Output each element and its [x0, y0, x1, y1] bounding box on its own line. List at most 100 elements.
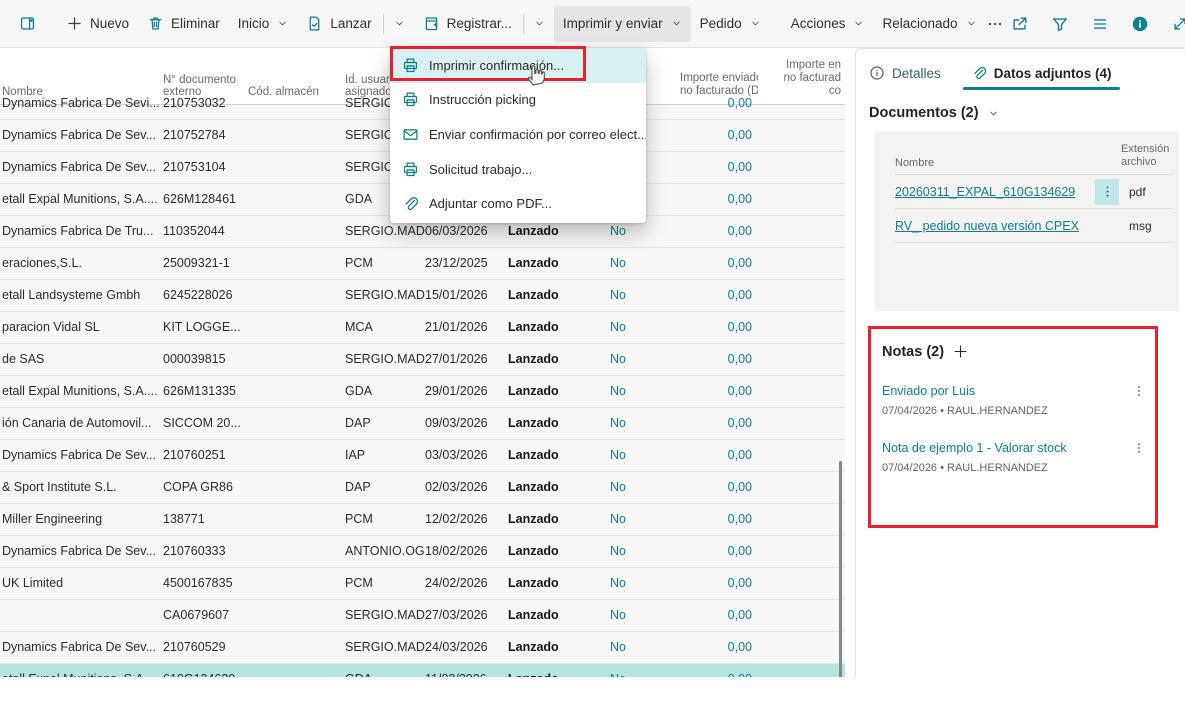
- document-menu-button[interactable]: [1095, 179, 1119, 205]
- table-row[interactable]: etall Expal Munitions, S.A.... 626M13133…: [0, 376, 845, 408]
- cell-fecha: 15/01/2026: [425, 280, 508, 311]
- table-row[interactable]: eraciones,S.L. 25009321-1 PCM 23/12/2025…: [0, 248, 845, 280]
- note-menu-button[interactable]: [1132, 384, 1146, 399]
- cell-estado: Lanzado: [508, 408, 610, 439]
- cell-doc-externo: 25009321-1: [163, 248, 248, 279]
- eliminar-button[interactable]: Eliminar: [138, 6, 229, 42]
- pedido-menu-button[interactable]: Pedido: [691, 6, 770, 42]
- menu-item[interactable]: Imprimir confirmación...: [390, 48, 646, 83]
- table-row[interactable]: & Sport Institute S.L. COPA GR86 DAP 02/…: [0, 472, 845, 504]
- more-options-button[interactable]: [986, 8, 1004, 40]
- cell-estado: Lanzado: [508, 344, 610, 375]
- table-row[interactable]: de SAS 000039815 SERGIO.MAD... 27/01/202…: [0, 344, 845, 376]
- note-link[interactable]: Enviado por Luis: [882, 384, 1132, 398]
- cell-almacen: [248, 248, 345, 279]
- documentos-section-header[interactable]: Documentos (2): [869, 105, 1185, 121]
- document-link[interactable]: 20260311_EXPAL_610G134629: [895, 185, 1095, 199]
- cell-almacen: [248, 376, 345, 407]
- launch-doc-icon: [306, 15, 323, 32]
- table-row[interactable]: CA0679607 SERGIO.MAD... 27/03/2026 Lanza…: [0, 600, 845, 632]
- vertical-scrollbar[interactable]: [839, 461, 842, 677]
- table-row[interactable]: etall Landsysteme Gmbh 6245228026 SERGIO…: [0, 280, 845, 312]
- tab-detalles[interactable]: Detalles: [869, 65, 941, 90]
- cell-almacen: [248, 152, 345, 183]
- cell-almacen: [248, 472, 345, 503]
- cell-usuario: PCM: [345, 504, 425, 535]
- cell-importe: 0,00: [680, 152, 758, 183]
- cell-importe: 0,00: [680, 344, 758, 375]
- relacionado-menu-button[interactable]: Relacionado: [873, 6, 985, 42]
- cell-almacen: [248, 120, 345, 151]
- cell-nombre: Dynamics Fabrica De Sev...: [0, 120, 163, 151]
- cell-nombre: [0, 600, 163, 631]
- menu-item-label: Solicitud trabajo...: [429, 162, 532, 177]
- cell-importe: 0,00: [680, 248, 758, 279]
- menu-item[interactable]: Instrucción picking: [390, 83, 646, 118]
- lanzar-label: Lanzar: [330, 16, 371, 31]
- chevron-down-icon: [853, 18, 864, 29]
- cell-fecha: 12/02/2026: [425, 504, 508, 535]
- tab-datos-adjuntos[interactable]: Datos adjuntos (4): [971, 65, 1112, 90]
- cell-usuario: SERGIO.MAD...: [345, 280, 425, 311]
- cell-doc-externo: 610G134629: [163, 664, 248, 677]
- cell-estado: Lanzado: [508, 568, 610, 599]
- registrar-button[interactable]: Registrar...: [414, 6, 554, 42]
- fullscreen-button[interactable]: [1164, 8, 1185, 40]
- table-row[interactable]: UK Limited 4500167835 PCM 24/02/2026 Lan…: [0, 568, 845, 600]
- cell-nombre: UK Limited: [0, 568, 163, 599]
- cell-facturado: No: [610, 504, 680, 535]
- lanzar-button[interactable]: Lanzar: [297, 6, 413, 42]
- cell-doc-externo: 626M131335: [163, 376, 248, 407]
- table-row[interactable]: paracion Vidal SL KIT LOGGE... MCA 21/01…: [0, 312, 845, 344]
- table-row[interactable]: Miller Engineering 138771 PCM 12/02/2026…: [0, 504, 845, 536]
- table-row[interactable]: ión Canaria de Automovil... SICCOM 20...…: [0, 408, 845, 440]
- cell-importe-2: [758, 536, 845, 567]
- cell-nombre: de SAS: [0, 344, 163, 375]
- list-view-button[interactable]: [1084, 8, 1116, 40]
- filter-button[interactable]: [1044, 8, 1076, 40]
- cell-usuario: PCM: [345, 568, 425, 599]
- info-button[interactable]: [1124, 8, 1156, 40]
- share-button[interactable]: [1004, 8, 1036, 40]
- table-row[interactable]: etall Expal Munitions, S.A... 610G134629…: [0, 664, 845, 677]
- note-link[interactable]: Nota de ejemplo 1 - Valorar stock: [882, 441, 1132, 455]
- cell-fecha: 11/03/2026: [425, 664, 508, 677]
- document-row: 20260311_EXPAL_610G134629 pdf: [895, 175, 1173, 209]
- cell-importe: 0,00: [680, 408, 758, 439]
- table-row[interactable]: Dynamics Fabrica De Sev... 210760251 IAP…: [0, 440, 845, 472]
- table-row[interactable]: Dynamics Fabrica De Sev... 210760529 SER…: [0, 632, 845, 664]
- table-row[interactable]: Dynamics Fabrica De Sev... 210760333 ANT…: [0, 536, 845, 568]
- switch-panel-button[interactable]: [10, 6, 45, 42]
- nuevo-button[interactable]: Nuevo: [57, 6, 138, 42]
- cell-facturado: No: [610, 312, 680, 343]
- cell-usuario: MCA: [345, 312, 425, 343]
- cell-fecha: 29/01/2026: [425, 376, 508, 407]
- panel-icon: [19, 15, 36, 32]
- cell-nombre: Dynamics Fabrica De Sev...: [0, 632, 163, 663]
- imprimir-enviar-menu-button[interactable]: Imprimir y enviar: [554, 6, 691, 42]
- add-note-button[interactable]: [952, 343, 969, 360]
- cell-nombre: etall Expal Munitions, S.A....: [0, 184, 163, 215]
- expand-icon: [1171, 15, 1185, 33]
- acciones-label: Acciones: [791, 16, 846, 31]
- relacionado-label: Relacionado: [882, 16, 957, 31]
- menu-item[interactable]: Solicitud trabajo...: [390, 152, 646, 187]
- cell-importe-2: [758, 664, 845, 677]
- document-link[interactable]: RV_ pedido nueva versión CPEX: [895, 219, 1095, 233]
- cell-almacen: [248, 632, 345, 663]
- menu-item[interactable]: Enviar confirmación por correo elect...: [390, 117, 646, 152]
- cell-almacen: [248, 280, 345, 311]
- menu-item-label: Adjuntar como PDF...: [429, 196, 552, 211]
- cell-importe-2: [758, 184, 845, 215]
- acciones-menu-button[interactable]: Acciones: [782, 6, 874, 42]
- note-menu-button[interactable]: [1132, 441, 1146, 456]
- cell-importe: 0,00: [680, 568, 758, 599]
- mouse-cursor-icon: [524, 61, 548, 87]
- list-icon: [1091, 15, 1109, 33]
- cell-usuario: PCM: [345, 248, 425, 279]
- menu-item[interactable]: Adjuntar como PDF...: [390, 186, 646, 221]
- cell-estado: Lanzado: [508, 632, 610, 663]
- inicio-menu-button[interactable]: Inicio: [229, 6, 298, 42]
- toolbar-right-icons: [1004, 8, 1185, 40]
- cell-almacen: [248, 568, 345, 599]
